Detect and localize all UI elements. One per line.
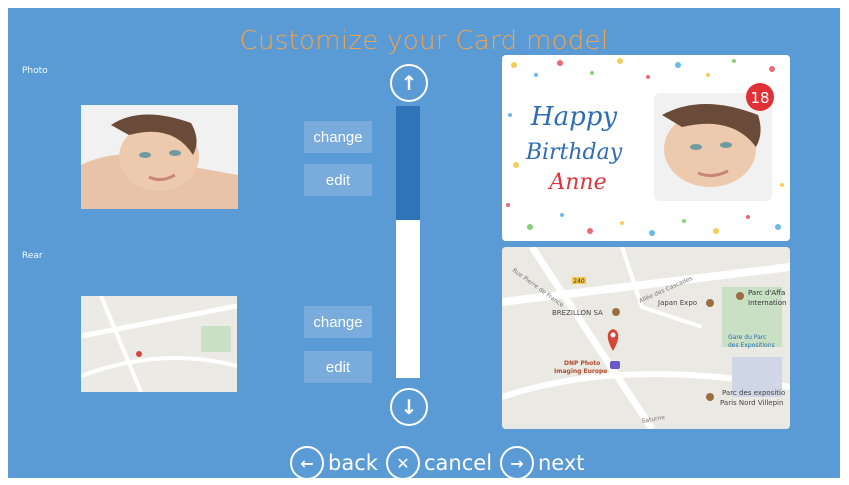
rear-section-label: Rear bbox=[22, 251, 43, 261]
card-front-preview: Happy Birthday Anne 18 bbox=[502, 55, 790, 241]
photo-change-button[interactable]: change bbox=[304, 121, 372, 153]
customize-card-screen: Customize your Card model Photo change e… bbox=[8, 8, 840, 478]
map-label-gare-line2: des Expositions bbox=[728, 342, 775, 349]
close-icon: ✕ bbox=[386, 446, 420, 478]
next-button[interactable]: → next bbox=[500, 446, 585, 478]
road-number-label: 240 bbox=[573, 278, 585, 285]
back-label: back bbox=[328, 451, 378, 475]
scrollbar-thumb[interactable] bbox=[396, 106, 420, 220]
greeting-line1: Happy bbox=[530, 102, 617, 132]
scrollbar-track[interactable] bbox=[396, 106, 420, 378]
map-label-brezillon: BREZILLON SA bbox=[552, 309, 603, 317]
age-badge: 18 bbox=[750, 89, 769, 107]
rear-map-thumbnail[interactable] bbox=[81, 296, 237, 392]
arrow-right-icon: → bbox=[500, 446, 534, 478]
arrow-up-icon: ↑ bbox=[400, 71, 418, 95]
page-title: Customize your Card model bbox=[239, 26, 609, 56]
greeting-line2: Birthday bbox=[525, 140, 623, 165]
photo-edit-button[interactable]: edit bbox=[304, 164, 372, 196]
recipient-name: Anne bbox=[547, 170, 606, 195]
cancel-label: cancel bbox=[424, 451, 493, 475]
arrow-down-icon: ↓ bbox=[400, 395, 418, 419]
back-button[interactable]: ← back bbox=[290, 446, 378, 478]
map-label-expo-line1: Parc des expositio bbox=[722, 389, 785, 397]
scroll-down-button[interactable]: ↓ bbox=[390, 388, 428, 426]
next-label: next bbox=[538, 451, 585, 475]
rear-edit-button[interactable]: edit bbox=[304, 351, 372, 383]
card-rear-map-preview: 240 Rue Pierre de France Allée des Casca… bbox=[502, 247, 790, 429]
map-label-gare-line1: Gare du Parc bbox=[728, 334, 766, 341]
confetti-background: Happy Birthday Anne 18 bbox=[502, 55, 790, 241]
cancel-button[interactable]: ✕ cancel bbox=[386, 446, 492, 478]
rear-change-button[interactable]: change bbox=[304, 306, 372, 338]
map-label-dnp-line2: Imaging Europe bbox=[554, 368, 607, 375]
map-label-japan-expo: Japan Expo bbox=[657, 299, 697, 307]
photo-thumbnail[interactable] bbox=[81, 105, 238, 209]
map-label-expo-line2: Paris Nord Villepin bbox=[720, 399, 783, 407]
arrow-left-icon: ← bbox=[290, 446, 324, 478]
photo-section-label: Photo bbox=[22, 66, 48, 76]
map-label-dnp-line1: DNP Photo bbox=[564, 360, 600, 367]
map-label-parc-line1: Parc d'Affa bbox=[748, 289, 785, 297]
map-label-parc-line2: Internation bbox=[748, 299, 786, 307]
scroll-up-button[interactable]: ↑ bbox=[390, 64, 428, 102]
